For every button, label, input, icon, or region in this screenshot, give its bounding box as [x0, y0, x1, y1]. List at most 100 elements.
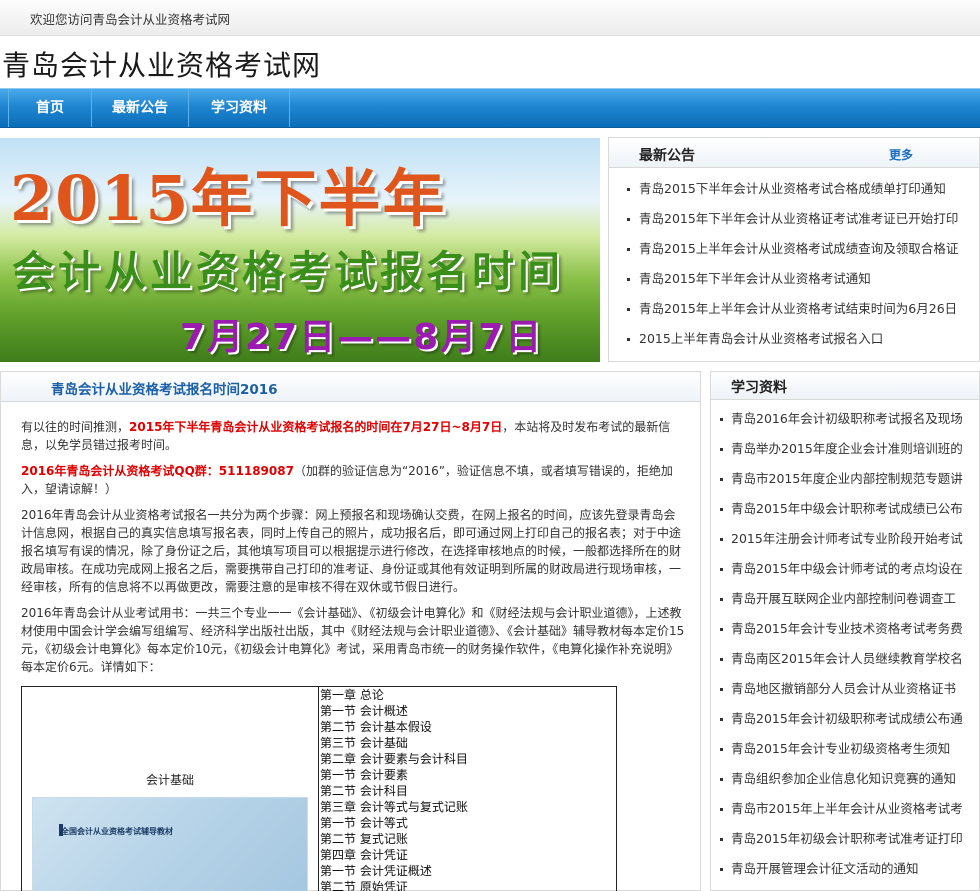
list-item: 青岛组织参加企业信息化知识竞赛的通知 [711, 764, 979, 794]
article-text: 有以往的时间推测， [21, 420, 130, 434]
study-link[interactable]: 青岛2015年会计专业技术资格考试考务费 [731, 621, 963, 636]
list-item: 青岛2015年初级会计职称考试准考证打印 [711, 824, 979, 854]
bullet-icon [720, 538, 723, 541]
banner-date-text: 7月27日——8月7日 [180, 317, 544, 358]
study-link[interactable]: 青岛市2015年度企业内部控制规范专题讲 [731, 471, 963, 486]
bullet-icon [720, 688, 723, 691]
study-link[interactable]: 2015年注册会计师考试专业阶段开始考试 [731, 531, 963, 546]
toc-line: 第二章 会计要素与会计科目 [320, 752, 468, 766]
nav-item-study[interactable]: 学习资料 [189, 89, 290, 127]
book-table: 会计基础 全国会计从业资格考试辅导教材 第一章 总论 第一节 会计概述 第二节 … [21, 686, 617, 891]
toc-line: 第三节 会计基础 [320, 736, 408, 750]
toc-line: 第二节 会计科目 [320, 784, 408, 798]
notice-link[interactable]: 青岛2015上半年会计从业资格考试成绩查询及领取合格证 [639, 241, 958, 256]
bullet-icon [720, 748, 723, 751]
bullet-icon [627, 188, 630, 191]
study-link[interactable]: 青岛2016年会计初级职称考试报名及现场 [731, 411, 963, 426]
study-link[interactable]: 青岛2015年中级会计师考试的考点均设在 [731, 561, 963, 576]
study-materials-title: 学习资料 [731, 380, 787, 396]
bullet-icon [627, 308, 630, 311]
toc-line: 第四章 会计凭证 [320, 848, 408, 862]
more-link[interactable]: 更多 [889, 146, 913, 163]
article-body: 有以往的时间推测，2015年下半年青岛会计从业资格考试报名的时间在7月27日~8… [21, 418, 685, 684]
cover-label: 全国会计从业资格考试辅导教材 [61, 827, 173, 836]
list-item: 青岛2015年中级会计职称考试成绩已公布 [711, 494, 979, 524]
list-item: 青岛2015年下半年会计从业资格证考试准考证已开始打印 [609, 204, 979, 234]
toc-line: 第一节 会计概述 [320, 704, 408, 718]
study-link[interactable]: 青岛2015年会计初级职称考试成绩公布通 [731, 711, 963, 726]
list-item: 青岛开展互联网企业内部控制问卷调查工 [711, 584, 979, 614]
notice-link[interactable]: 2015上半年青岛会计从业资格考试报名入口 [639, 331, 883, 346]
bullet-icon [720, 478, 723, 481]
book-toc-cell: 第一章 总论 第一节 会计概述 第二节 会计基本假设 第三节 会计基础 第二章 … [320, 687, 616, 891]
book-name: 会计基础 [146, 773, 195, 787]
site-title[interactable]: 青岛会计从业资格考试网 [2, 44, 321, 84]
toc-line: 第二节 原始凭证 [320, 880, 408, 891]
bullet-icon [720, 628, 723, 631]
highlight-text: 2015年下半年青岛会计从业资格考试报名的时间在7月27日~8月7日 [129, 420, 503, 434]
top-bar: 欢迎您访问青岛会计从业资格考试网 [0, 0, 980, 36]
notice-link[interactable]: 青岛2015年下半年会计从业资格考试通知 [639, 271, 871, 286]
article-paragraph: 2016年青岛会计从业考试用书：一共三个专业一一《会计基础》、《初级会计电算化》… [21, 606, 685, 674]
latest-notice-header: 最新公告 更多 [609, 138, 979, 168]
list-item: 青岛2015年上半年会计从业资格考试结束时间为6月26日 [609, 294, 979, 324]
study-link[interactable]: 青岛开展管理会计征文活动的通知 [731, 861, 919, 876]
study-link[interactable]: 青岛2015年会计专业初级资格考生须知 [731, 741, 950, 756]
list-item: 青岛2015下半年会计从业资格考试合格成绩单打印通知 [609, 174, 979, 204]
list-item: 青岛2015年会计专业初级资格考生须知 [711, 734, 979, 764]
nav-item-home[interactable]: 首页 [8, 89, 92, 127]
study-link[interactable]: 青岛南区2015年会计人员继续教育学校名 [731, 651, 963, 666]
latest-notice-panel: 最新公告 更多 青岛2015下半年会计从业资格考试合格成绩单打印通知 青岛201… [608, 137, 980, 362]
nav-item-notices[interactable]: 最新公告 [92, 89, 189, 127]
welcome-text: 欢迎您访问青岛会计从业资格考试网 [30, 12, 231, 27]
study-link[interactable]: 青岛地区撤销部分人员会计从业资格证书 [731, 681, 956, 696]
toc-line: 第一章 总论 [320, 688, 384, 702]
book-cell: 会计基础 全国会计从业资格考试辅导教材 [22, 687, 319, 891]
bullet-icon [627, 218, 630, 221]
bullet-icon [720, 838, 723, 841]
list-item: 青岛南区2015年会计人员继续教育学校名 [711, 644, 979, 674]
list-item: 青岛2016年会计初级职称考试报名及现场 [711, 404, 979, 434]
study-link[interactable]: 青岛举办2015年度企业会计准则培训班的 [731, 441, 963, 456]
bullet-icon [720, 568, 723, 571]
book-cover-image: 全国会计从业资格考试辅导教材 [32, 797, 308, 891]
study-link[interactable]: 青岛2015年初级会计职称考试准考证打印 [731, 831, 963, 846]
article-panel: 青岛会计从业资格考试报名时间2016 有以往的时间推测，2015年下半年青岛会计… [0, 371, 701, 891]
bullet-icon [720, 868, 723, 871]
list-item: 青岛举办2015年度企业会计准则培训班的 [711, 434, 979, 464]
study-link[interactable]: 青岛开展互联网企业内部控制问卷调查工 [731, 591, 956, 606]
notice-link[interactable]: 青岛2015年上半年会计从业资格考试结束时间为6月26日 [639, 301, 957, 316]
list-item: 青岛市2015年上半年会计从业资格考试考 [711, 794, 979, 824]
list-item: 青岛2015上半年会计从业资格考试成绩查询及领取合格证 [609, 234, 979, 264]
bullet-icon [627, 338, 630, 341]
latest-notice-title: 最新公告 [639, 148, 695, 164]
list-item: 青岛市2015年度企业内部控制规范专题讲 [711, 464, 979, 494]
banner-year-text: 2015年下半年 [10, 162, 447, 235]
toc-line: 第二节 复式记账 [320, 832, 408, 846]
list-item: 青岛2015年会计专业技术资格考试考务费 [711, 614, 979, 644]
latest-notice-list: 青岛2015下半年会计从业资格考试合格成绩单打印通知 青岛2015年下半年会计从… [609, 168, 979, 354]
banner-subtitle-text: 会计从业资格考试报名时间 [12, 247, 565, 296]
notice-link[interactable]: 青岛2015年下半年会计从业资格证考试准考证已开始打印 [639, 211, 958, 226]
article-paragraph: 有以往的时间推测，2015年下半年青岛会计从业资格考试报名的时间在7月27日~8… [21, 418, 685, 454]
toc-line: 第一节 会计凭证概述 [320, 864, 432, 878]
article-title[interactable]: 青岛会计从业资格考试报名时间2016 [51, 378, 278, 398]
study-link[interactable]: 青岛市2015年上半年会计从业资格考试考 [731, 801, 963, 816]
list-item: 2015年注册会计师考试专业阶段开始考试 [711, 524, 979, 554]
bullet-icon [720, 508, 723, 511]
toc-line: 第三章 会计等式与复式记账 [320, 800, 468, 814]
qq-group-text: 2016年青岛会计从资格考试QQ群：511189087 [21, 464, 294, 478]
article-paragraph: 2016年青岛会计从资格考试QQ群：511189087（加群的验证信息为“201… [21, 462, 685, 498]
notice-link[interactable]: 青岛2015下半年会计从业资格考试合格成绩单打印通知 [639, 181, 946, 196]
toc-line: 第二节 会计基本假设 [320, 720, 432, 734]
bullet-icon [720, 598, 723, 601]
toc-line: 第一节 会计等式 [320, 816, 408, 830]
list-item: 青岛2015年会计初级职称考试成绩公布通 [711, 704, 979, 734]
list-item: 青岛开展管理会计征文活动的通知 [711, 854, 979, 884]
study-materials-header: 学习资料 [711, 372, 979, 400]
study-link[interactable]: 青岛组织参加企业信息化知识竞赛的通知 [731, 771, 956, 786]
bullet-icon [720, 658, 723, 661]
study-link[interactable]: 青岛2015年中级会计职称考试成绩已公布 [731, 501, 963, 516]
banner-image[interactable]: 2015年下半年 会计从业资格考试报名时间 7月27日——8月7日 [0, 138, 600, 362]
bullet-icon [720, 448, 723, 451]
